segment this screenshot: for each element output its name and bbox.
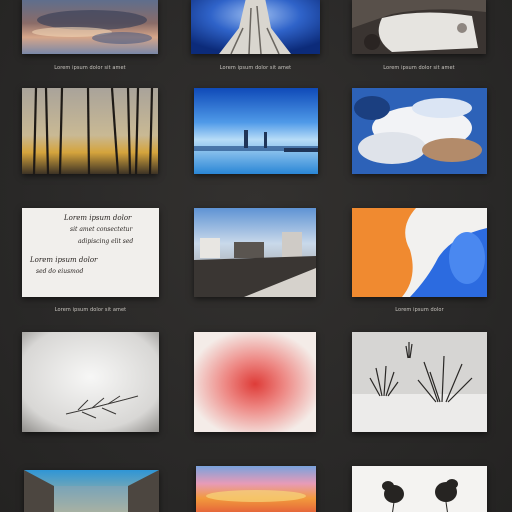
thumbnail-caption: Lorem ipsum dolor sit amet [54, 307, 127, 313]
thumbnail-handwritten-letter[interactable]: Lorem ipsum dolor sit amet consectetur a… [22, 208, 159, 297]
thumbnail-caption: Lorem ipsum dolor sit amet [54, 65, 126, 71]
thumbnail-stormy-sky[interactable] [22, 0, 158, 54]
thumbnail-foggy-branch[interactable] [22, 332, 159, 432]
thumbnail-caption: Lorem ipsum dolor sit amet [219, 65, 292, 71]
thumbnail-clouds-sky[interactable] [352, 88, 487, 174]
letter-line: sed do eiusmod [36, 268, 84, 275]
thumbnail-gallery: Lorem ipsum dolor sit amet Lorem ipsum d… [0, 0, 512, 512]
thumbnail-birch-forest[interactable] [22, 88, 158, 174]
letter-line: Lorem ipsum dolor [30, 256, 98, 264]
thumbnail-blue-statue[interactable] [191, 0, 320, 54]
thumbnail-orange-blue-abstract[interactable] [352, 208, 487, 297]
thumbnail-snowy-rocks[interactable] [352, 0, 486, 54]
letter-line: sit amet consectetur [70, 226, 133, 233]
thumbnail-ink-sketch[interactable] [352, 466, 487, 512]
thumbnail-harbor-city[interactable] [194, 208, 316, 297]
thumbnail-sunset[interactable] [196, 466, 316, 512]
letter-line: adipiscing elit sed [78, 238, 134, 245]
thumbnail-corridor[interactable] [24, 470, 159, 512]
thumbnail-blue-sea-pier[interactable] [194, 88, 318, 174]
thumbnail-caption: Lorem ipsum dolor sit amet [383, 65, 455, 71]
letter-line: Lorem ipsum dolor [64, 214, 132, 222]
thumbnail-grass-snow[interactable] [352, 332, 487, 432]
thumbnail-caption: Lorem ipsum dolor [395, 307, 444, 313]
thumbnail-pink-blur[interactable] [194, 332, 316, 432]
